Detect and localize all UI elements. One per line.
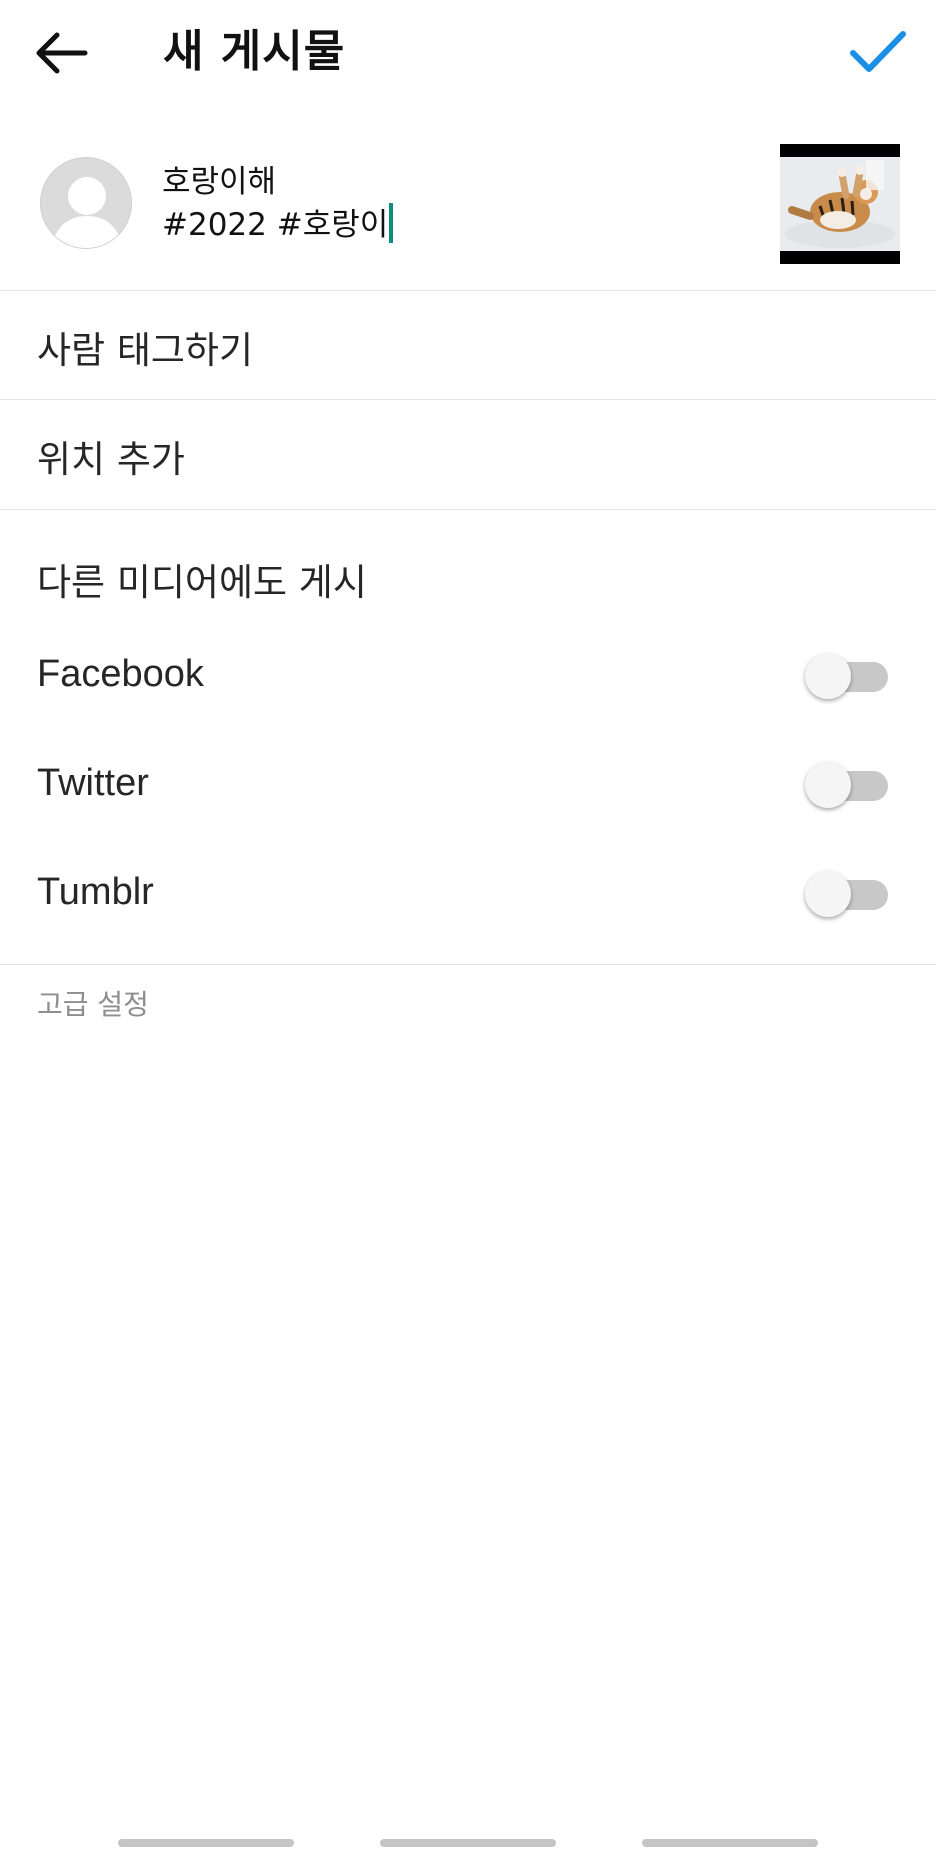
tiger-photo-thumbnail	[780, 144, 900, 264]
divider	[0, 399, 936, 400]
facebook-label: Facebook	[37, 653, 204, 695]
divider	[0, 290, 936, 291]
caption-text-line: 호랑이해	[162, 164, 277, 200]
tumblr-label: Tumblr	[37, 871, 154, 913]
tumblr-toggle[interactable]	[800, 869, 890, 919]
avatar	[40, 157, 132, 249]
gesture-navigation-bar	[0, 1830, 936, 1858]
share-section-title: 다른 미디어에도 게시	[37, 561, 367, 604]
toggle-knob	[805, 871, 851, 917]
arrow-left-icon	[36, 32, 88, 74]
nav-handle[interactable]	[118, 1839, 294, 1847]
page-title: 새 게시물	[163, 26, 346, 77]
new-post-screen: 새 게시물 호랑이해 #2022 #호랑이 사람 태그하기 위치 추가 다른 미…	[0, 0, 936, 1858]
nav-handle[interactable]	[642, 1839, 818, 1847]
share-row-facebook: Facebook	[0, 635, 936, 715]
caption-hashtags-line: #2022 #호랑이	[162, 203, 742, 246]
check-icon	[850, 31, 906, 72]
default-avatar-icon	[51, 177, 123, 248]
share-row-twitter: Twitter	[0, 744, 936, 824]
add-location-row[interactable]: 위치 추가	[0, 402, 936, 510]
caption-input[interactable]: 호랑이해 #2022 #호랑이	[162, 161, 742, 246]
nav-handle[interactable]	[380, 1839, 556, 1847]
add-location-label: 위치 추가	[37, 438, 185, 481]
divider	[0, 964, 936, 965]
divider	[0, 509, 936, 510]
share-row-tumblr: Tumblr	[0, 853, 936, 933]
tag-people-label: 사람 태그하기	[37, 329, 254, 372]
confirm-button[interactable]	[846, 20, 910, 84]
back-button[interactable]	[30, 22, 92, 84]
top-bar: 새 게시물	[0, 0, 936, 104]
tag-people-row[interactable]: 사람 태그하기	[0, 293, 936, 401]
compose-area: 호랑이해 #2022 #호랑이	[0, 140, 936, 290]
facebook-toggle[interactable]	[800, 651, 890, 701]
twitter-toggle[interactable]	[800, 760, 890, 810]
toggle-knob	[805, 762, 851, 808]
advanced-settings-link[interactable]: 고급 설정	[37, 985, 149, 1025]
toggle-knob	[805, 653, 851, 699]
twitter-label: Twitter	[37, 762, 149, 804]
caption-hashtags-text: #2022 #호랑이	[162, 207, 389, 243]
post-thumbnail[interactable]	[780, 144, 900, 264]
text-cursor	[389, 203, 394, 243]
